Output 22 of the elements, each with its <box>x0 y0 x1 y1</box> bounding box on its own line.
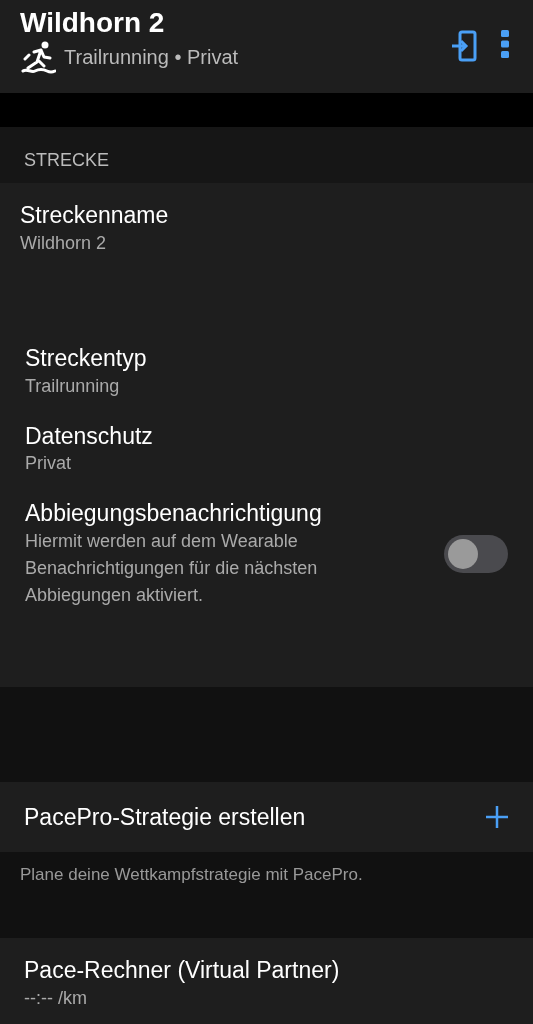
add-icon[interactable] <box>485 805 509 829</box>
row-label: PacePro-Strategie erstellen <box>24 802 306 832</box>
row-value: --:-- /km <box>24 986 88 1010</box>
hint-text: Plane deine Wettkampfstrategie mit PacePro. <box>20 865 363 884</box>
route-subtitle: Trailrunning • Privat <box>64 44 239 70</box>
row-label: Pace-Rechner (Virtual Partner) <box>24 956 341 985</box>
section-header: STRECKE <box>24 150 110 170</box>
setting-label: Abbiegungsbenachrichtigung <box>25 499 323 528</box>
toggle-switch[interactable] <box>444 535 508 574</box>
setting-value: Privat <box>25 452 72 476</box>
setting-value: Wildhorn 2 <box>20 231 108 255</box>
pace-calculator-row[interactable]: Pace-Rechner (Virtual Partner) --:-- /km <box>0 938 533 1024</box>
setting-label: Datenschutz <box>25 421 153 451</box>
pacepro-row[interactable]: PacePro-Strategie erstellen <box>0 782 533 852</box>
setting-value: Trailrunning <box>25 374 121 398</box>
import-to-device-icon[interactable] <box>451 30 477 62</box>
setting-label: Streckentyp <box>25 343 147 373</box>
setting-value: Hiermit werden auf dem Wearable Benachrichtigungen für die nächsten Abbiegungen aktiviert. <box>25 530 319 607</box>
more-menu-icon[interactable] <box>501 30 509 58</box>
setting-label: Streckenname <box>20 201 169 230</box>
runner-icon <box>20 39 56 74</box>
route-title: Wildhorn 2 <box>20 6 166 40</box>
